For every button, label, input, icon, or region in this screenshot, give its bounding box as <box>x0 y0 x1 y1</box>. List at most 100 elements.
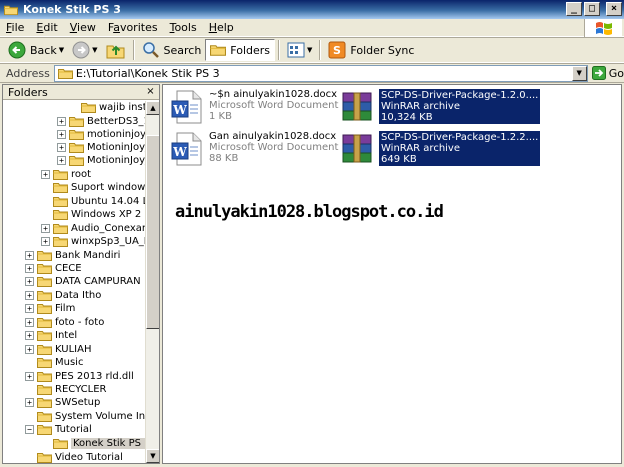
file-item[interactable]: W ~$n ainulyakin1028.docx Microsoft Word… <box>169 89 338 125</box>
expand-icon[interactable]: + <box>25 331 34 340</box>
expand-icon[interactable]: + <box>25 398 34 407</box>
folder-icon <box>37 424 52 435</box>
folders-pane: Folders × wajib instal +BetterDS3_1-5-3 … <box>2 84 160 464</box>
address-bar: Address E:\Tutorial\Konek Stik PS 3 ▼ Go <box>0 63 624 83</box>
tree-item[interactable]: Music <box>25 356 83 369</box>
menu-help[interactable]: Help <box>203 21 240 34</box>
menu-tools[interactable]: Tools <box>164 21 203 34</box>
address-label: Address <box>6 66 50 80</box>
tree-item[interactable]: + KULIAH <box>25 343 92 356</box>
menu-view[interactable]: View <box>64 21 102 34</box>
views-button[interactable]: ▼ <box>283 39 316 61</box>
svg-text:S: S <box>333 44 341 57</box>
expand-icon[interactable]: + <box>25 251 34 260</box>
chevron-down-icon[interactable]: ▼ <box>92 46 97 54</box>
title-bar: Konek Stik PS 3 _ □ × <box>0 0 624 19</box>
expand-icon[interactable]: + <box>57 117 66 126</box>
file-item-selected[interactable]: SCP-DS-Driver-Package-1.2.0.... WinRAR a… <box>339 89 541 125</box>
search-button[interactable]: Search <box>138 39 206 61</box>
winrar-archive-icon <box>342 134 372 163</box>
open-folder-icon <box>53 438 68 449</box>
folder-icon <box>81 102 96 113</box>
expand-icon[interactable]: + <box>25 291 34 300</box>
tree-item[interactable]: +motioninjoy-0-7- <box>57 128 145 141</box>
expand-icon[interactable]: + <box>25 304 34 313</box>
close-pane-icon[interactable]: × <box>144 86 157 98</box>
close-button[interactable]: × <box>606 2 622 16</box>
expand-icon[interactable]: + <box>41 170 50 179</box>
file-list[interactable]: W ~$n ainulyakin1028.docx Microsoft Word… <box>162 84 622 464</box>
tree-item-selected[interactable]: Konek Stik PS 3 <box>41 437 145 450</box>
tree-item[interactable]: Ubuntu 14.04 LTS 64 <box>41 195 145 208</box>
expand-icon[interactable]: + <box>57 156 66 165</box>
address-input[interactable]: E:\Tutorial\Konek Stik PS 3 ▼ <box>53 64 588 82</box>
tree-item[interactable]: + SWSetup <box>25 396 100 409</box>
tree-item[interactable]: +winxpSp3_UA_HD_A <box>41 235 145 248</box>
tree-item[interactable]: +BetterDS3_1-5-3 <box>57 115 145 128</box>
folder-icon <box>69 142 84 153</box>
tree-item[interactable]: Video Tutorial <box>25 451 123 463</box>
folders-pane-header: Folders × <box>3 85 159 100</box>
file-item-selected[interactable]: SCP-DS-Driver-Package-1.2.2.... WinRAR a… <box>339 131 541 167</box>
folder-tree[interactable]: wajib instal +BetterDS3_1-5-3 +motioninj… <box>3 101 145 463</box>
go-button[interactable]: Go <box>591 66 624 80</box>
folder-sync-button[interactable]: S Folder Sync <box>324 39 418 61</box>
tree-item[interactable]: wajib instal <box>69 101 145 114</box>
tree-item[interactable]: + Film <box>25 302 75 315</box>
tree-item[interactable]: + root <box>41 168 91 181</box>
tree-item[interactable]: Windows XP 2 <box>41 208 141 221</box>
minimize-button[interactable]: _ <box>566 2 582 16</box>
tree-item[interactable]: + Bank Mandiri <box>25 249 120 262</box>
folders-button[interactable]: Folders <box>205 39 276 61</box>
scroll-up-button[interactable]: ▲ <box>146 101 159 115</box>
expand-icon[interactable]: + <box>25 318 34 327</box>
expand-icon[interactable]: + <box>25 277 34 286</box>
maximize-button[interactable]: □ <box>584 2 600 16</box>
chevron-down-icon[interactable]: ▼ <box>59 46 64 54</box>
scrollbar-thumb[interactable] <box>146 135 159 329</box>
address-dropdown-button[interactable]: ▼ <box>571 65 587 81</box>
tree-item[interactable]: + Intel <box>25 329 77 342</box>
chevron-down-icon[interactable]: ▼ <box>307 46 312 54</box>
tree-item[interactable]: + PES 2013 rld.dll <box>25 370 134 383</box>
folder-icon <box>53 196 68 207</box>
expand-icon[interactable]: + <box>25 264 34 273</box>
tree-item[interactable]: Suport window Xp of <box>41 181 145 194</box>
expand-icon[interactable]: + <box>25 345 34 354</box>
menu-edit[interactable]: Edit <box>30 21 63 34</box>
tree-item[interactable]: +MotioninJoy_060 <box>57 141 145 154</box>
folder-icon <box>69 116 84 127</box>
expand-icon[interactable]: + <box>41 237 50 246</box>
tree-item[interactable]: + foto - foto <box>25 316 104 329</box>
expand-icon[interactable]: + <box>25 372 34 381</box>
folder-icon <box>37 452 52 463</box>
folder-icon <box>37 317 52 328</box>
menu-file[interactable]: File <box>0 21 30 34</box>
tree-item[interactable]: +MotioninJoy_071 <box>57 154 145 167</box>
tree-item[interactable]: − Tutorial <box>25 423 92 436</box>
folder-icon <box>53 236 68 247</box>
tree-item[interactable]: + Data Itho <box>25 289 101 302</box>
forward-arrow-icon <box>72 41 90 59</box>
scroll-down-button[interactable]: ▼ <box>146 449 159 463</box>
tree-item[interactable]: System Volume Informat <box>25 410 145 423</box>
folder-icon <box>37 290 52 301</box>
go-arrow-icon <box>591 66 606 80</box>
expand-icon[interactable]: + <box>57 130 66 139</box>
expand-icon[interactable]: + <box>41 224 50 233</box>
tree-item[interactable]: + DATA CAMPURAN <box>25 275 141 288</box>
expand-icon[interactable]: + <box>57 143 66 152</box>
up-folder-button[interactable] <box>102 39 130 61</box>
forward-button[interactable]: ▼ <box>68 39 101 61</box>
tree-item[interactable]: RECYCLER <box>25 383 106 396</box>
back-button[interactable]: Back ▼ <box>4 39 68 61</box>
tree-item[interactable]: + CECE <box>25 262 82 275</box>
file-item[interactable]: W Gan ainulyakin1028.docx Microsoft Word… <box>169 131 338 167</box>
window-title: Konek Stik PS 3 <box>23 3 121 16</box>
collapse-icon[interactable]: − <box>25 425 34 434</box>
menu-favorites[interactable]: Favorites <box>102 21 164 34</box>
folders-scrollbar[interactable]: ▲ ▼ <box>145 101 159 463</box>
tree-item[interactable]: +Audio_Conexant_3.6 <box>41 222 145 235</box>
word-document-icon: W <box>171 90 202 124</box>
back-arrow-icon <box>8 41 26 59</box>
